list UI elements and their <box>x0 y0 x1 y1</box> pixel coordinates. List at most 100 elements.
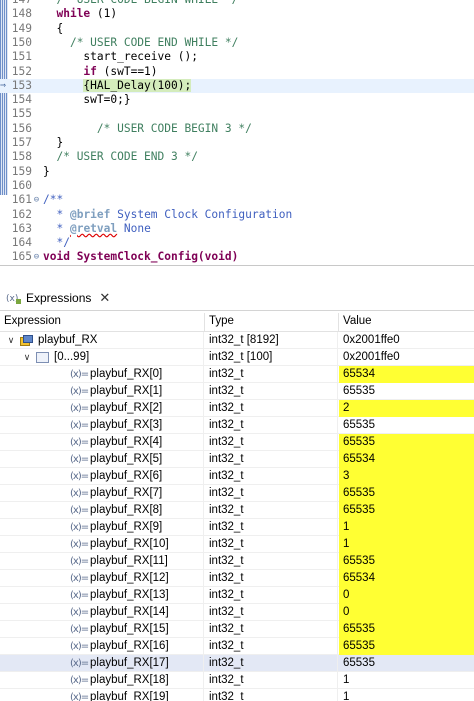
expression-cell: (x)= playbuf_RX[16] <box>0 638 204 655</box>
line-number: 158 <box>11 150 32 164</box>
table-row[interactable]: (x)= playbuf_RX[4] int32_t 65535 <box>0 434 474 451</box>
value-cell[interactable]: 65535 <box>339 417 474 434</box>
expressions-icon: (x) <box>6 291 22 305</box>
code-text: start_receive (); <box>83 50 198 64</box>
table-row[interactable]: (x)= playbuf_RX[0] int32_t 65534 <box>0 366 474 383</box>
table-row[interactable]: (x)= playbuf_RX[2] int32_t 2 <box>0 400 474 417</box>
table-row[interactable]: (x)= playbuf_RX[9] int32_t 1 <box>0 519 474 536</box>
table-row[interactable]: (x)= playbuf_RX[10] int32_t 1 <box>0 536 474 553</box>
value-cell[interactable]: 1 <box>339 519 474 536</box>
variable-icon: (x)= <box>70 386 89 397</box>
type-cell: int32_t <box>205 451 338 468</box>
code-line: 161 ⊖/** <box>0 193 474 207</box>
value-cell[interactable]: 0 <box>339 604 474 621</box>
line-number: 152 <box>11 64 32 78</box>
value-cell[interactable]: 1 <box>339 536 474 553</box>
expression-name: playbuf_RX[17] <box>90 657 169 669</box>
value-cell[interactable]: 65535 <box>339 655 474 672</box>
table-row[interactable]: ∨ [0...99] int32_t [100] 0x2001ffe0 <box>0 349 474 366</box>
expression-name: playbuf_RX[8] <box>90 504 163 516</box>
value-cell[interactable]: 1 <box>339 672 474 689</box>
table-row[interactable]: (x)= playbuf_RX[11] int32_t 65535 <box>0 553 474 570</box>
table-row[interactable]: (x)= playbuf_RX[19] int32_t 1 <box>0 689 474 701</box>
table-row[interactable]: ∨ playbuf_RX int32_t [8192] 0x2001ffe0 <box>0 332 474 349</box>
code-line: 148 while (1) <box>0 7 474 21</box>
expression-name: playbuf_RX[4] <box>90 436 163 448</box>
variable-icon: (x)= <box>70 641 89 652</box>
fold-toggle-icon[interactable]: ⊖ <box>32 250 41 264</box>
value-cell[interactable]: 1 <box>339 689 474 701</box>
code-line: 157 } <box>0 136 474 150</box>
value-cell[interactable]: 65534 <box>339 451 474 468</box>
variable-icon: (x)= <box>70 624 89 635</box>
tab-expressions[interactable]: (x) Expressions ✕ <box>0 285 116 311</box>
expression-cell: (x)= playbuf_RX[0] <box>0 366 204 383</box>
table-row[interactable]: (x)= playbuf_RX[3] int32_t 65535 <box>0 417 474 434</box>
chevron-down-icon[interactable]: ∨ <box>6 332 16 349</box>
table-row[interactable]: (x)= playbuf_RX[5] int32_t 65534 <box>0 451 474 468</box>
instruction-pointer-icon: ⇒ <box>0 79 7 91</box>
column-header-expression[interactable]: Expression <box>0 313 205 332</box>
table-row[interactable]: (x)= playbuf_RX[14] int32_t 0 <box>0 604 474 621</box>
code-line: 153 ⇒ {HAL_Delay(100); <box>0 78 474 94</box>
table-row[interactable]: (x)= playbuf_RX[8] int32_t 65535 <box>0 502 474 519</box>
code-text: /** <box>43 193 63 207</box>
expressions-tree: ∨ playbuf_RX int32_t [8192] 0x2001ffe0 ∨ [0..… <box>0 332 474 701</box>
value-cell[interactable]: 65535 <box>339 638 474 655</box>
fold-toggle-icon[interactable]: ⊖ <box>32 193 41 207</box>
doc-tag: @brief <box>69 207 111 221</box>
value-cell[interactable]: 65535 <box>339 553 474 570</box>
expression-cell: (x)= playbuf_RX[10] <box>0 536 204 553</box>
value-cell[interactable]: 2 <box>339 400 474 417</box>
table-row[interactable]: (x)= playbuf_RX[17] int32_t 65535 <box>0 655 474 672</box>
table-row[interactable]: (x)= playbuf_RX[13] int32_t 0 <box>0 587 474 604</box>
close-icon[interactable]: ✕ <box>99 290 110 306</box>
column-header-type[interactable]: Type <box>205 313 339 332</box>
table-row[interactable]: (x)= playbuf_RX[1] int32_t 65535 <box>0 383 474 400</box>
expression-name: playbuf_RX[11] <box>90 555 168 567</box>
value-cell[interactable]: 0 <box>339 587 474 604</box>
value-cell[interactable]: 65534 <box>339 570 474 587</box>
value-cell[interactable]: 65534 <box>339 366 474 383</box>
table-row[interactable]: (x)= playbuf_RX[7] int32_t 65535 <box>0 485 474 502</box>
tab-label: Expressions <box>26 291 92 305</box>
code-line: 149 { <box>0 22 474 36</box>
expression-cell: ∨ playbuf_RX <box>0 332 204 349</box>
value-cell[interactable]: 0x2001ffe0 <box>339 349 474 366</box>
table-row[interactable]: (x)= playbuf_RX[18] int32_t 1 <box>0 672 474 689</box>
code-editor[interactable]: 147 /* USER CODE BEGIN WHILE */148 while… <box>0 0 474 265</box>
value-cell[interactable]: 65535 <box>339 621 474 638</box>
expression-name: playbuf_RX[12] <box>90 572 169 584</box>
code-token: SystemClock_Config(void) <box>69 250 239 264</box>
table-row[interactable]: (x)= playbuf_RX[6] int32_t 3 <box>0 468 474 485</box>
code-text: /* USER CODE END 3 */ <box>43 150 197 164</box>
code-line: 154 swT=0;} <box>0 93 474 107</box>
code-text: */ <box>43 236 70 250</box>
value-cell[interactable]: 65535 <box>339 502 474 519</box>
doc-comment: */ <box>56 236 70 250</box>
type-cell: int32_t <box>205 638 338 655</box>
expression-name: playbuf_RX[10] <box>90 538 169 550</box>
type-cell: int32_t <box>205 434 338 451</box>
code-text: } <box>56 136 64 149</box>
table-row[interactable]: (x)= playbuf_RX[16] int32_t 65535 <box>0 638 474 655</box>
table-header: Expression Type Value <box>0 313 474 332</box>
code-text: /* USER CODE BEGIN 3 */ <box>43 122 252 136</box>
table-row[interactable]: (x)= playbuf_RX[15] int32_t 65535 <box>0 621 474 638</box>
code-text: /* USER CODE BEGIN WHILE */ <box>43 0 238 7</box>
value-cell[interactable]: 65535 <box>339 485 474 502</box>
expression-cell: ∨ [0...99] <box>0 349 204 366</box>
column-header-value[interactable]: Value <box>339 313 474 332</box>
value-cell[interactable]: 0x2001ffe0 <box>339 332 474 349</box>
variable-icon: (x)= <box>70 590 89 601</box>
code-text: void SystemClock_Config(void) <box>43 250 238 264</box>
variable-icon: (x)= <box>70 573 89 584</box>
value-cell[interactable]: 3 <box>339 468 474 485</box>
value-cell[interactable]: 65535 <box>339 383 474 400</box>
chevron-down-icon[interactable]: ∨ <box>22 349 32 366</box>
table-row[interactable]: (x)= playbuf_RX[12] int32_t 65534 <box>0 570 474 587</box>
value-cell[interactable]: 65535 <box>339 434 474 451</box>
expression-name: playbuf_RX[15] <box>90 623 169 635</box>
type-cell: int32_t <box>205 587 338 604</box>
line-number: 155 <box>11 107 32 121</box>
